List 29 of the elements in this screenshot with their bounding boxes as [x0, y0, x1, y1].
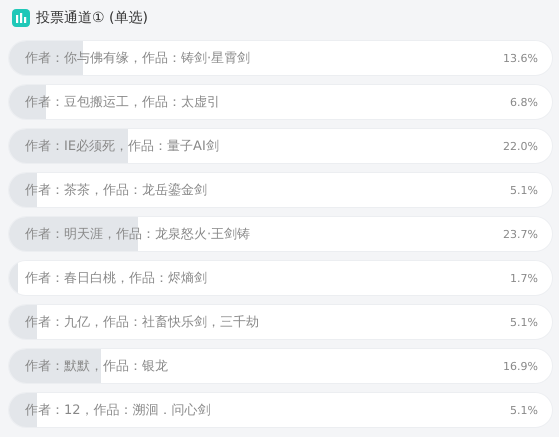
poll-option[interactable]: 作者：默默，作品：银龙 16.9% — [8, 348, 553, 384]
poll-option[interactable]: 作者：明天涯，作品：龙泉怒火·王剑铸 23.7% — [8, 216, 553, 252]
option-label: 作者：你与佛有缘，作品：铸剑·星霄剑 — [25, 50, 250, 67]
vote-percentage: 5.1% — [510, 184, 538, 196]
option-label: 作者：明天涯，作品：龙泉怒火·王剑铸 — [25, 226, 250, 243]
vote-percentage: 5.1% — [510, 404, 538, 416]
vote-percentage: 23.7% — [503, 228, 538, 240]
option-label: 作者：茶茶，作品：龙岳鎏金剑 — [25, 182, 207, 199]
vote-percentage: 5.1% — [510, 316, 538, 328]
poll-option[interactable]: 作者：你与佛有缘，作品：铸剑·星霄剑 13.6% — [8, 40, 553, 76]
poll-option[interactable]: 作者：茶茶，作品：龙岳鎏金剑 5.1% — [8, 172, 553, 208]
bar-chart-icon — [12, 9, 30, 27]
vote-percentage: 22.0% — [503, 140, 538, 152]
poll-option[interactable]: 作者：12，作品：溯洄．问心剑 5.1% — [8, 392, 553, 428]
poll-option[interactable]: 作者：豆包搬运工，作品：太虚引 6.8% — [8, 84, 553, 120]
vote-percentage: 13.6% — [503, 52, 538, 64]
option-label: 作者：12，作品：溯洄．问心剑 — [25, 402, 211, 419]
vote-percentage: 16.9% — [503, 360, 538, 372]
option-label: 作者：九亿，作品：社畜快乐剑，三千劫 — [25, 314, 259, 331]
poll-option[interactable]: 作者：春日白桃，作品：烬熵剑 1.7% — [8, 260, 553, 296]
vote-percentage: 1.7% — [510, 272, 538, 284]
poll-option[interactable]: 作者：九亿，作品：社畜快乐剑，三千劫 5.1% — [8, 304, 553, 340]
vote-percentage: 6.8% — [510, 96, 538, 108]
option-label: 作者：春日白桃，作品：烬熵剑 — [25, 270, 207, 287]
option-label: 作者：默默，作品：银龙 — [25, 358, 168, 375]
option-label: 作者：豆包搬运工，作品：太虚引 — [25, 94, 220, 111]
option-label: 作者：IE必须死，作品：量子AI剑 — [25, 138, 219, 155]
poll-option[interactable]: 作者：IE必须死，作品：量子AI剑 22.0% — [8, 128, 553, 164]
poll-title: 投票通道① (单选) — [36, 9, 148, 27]
